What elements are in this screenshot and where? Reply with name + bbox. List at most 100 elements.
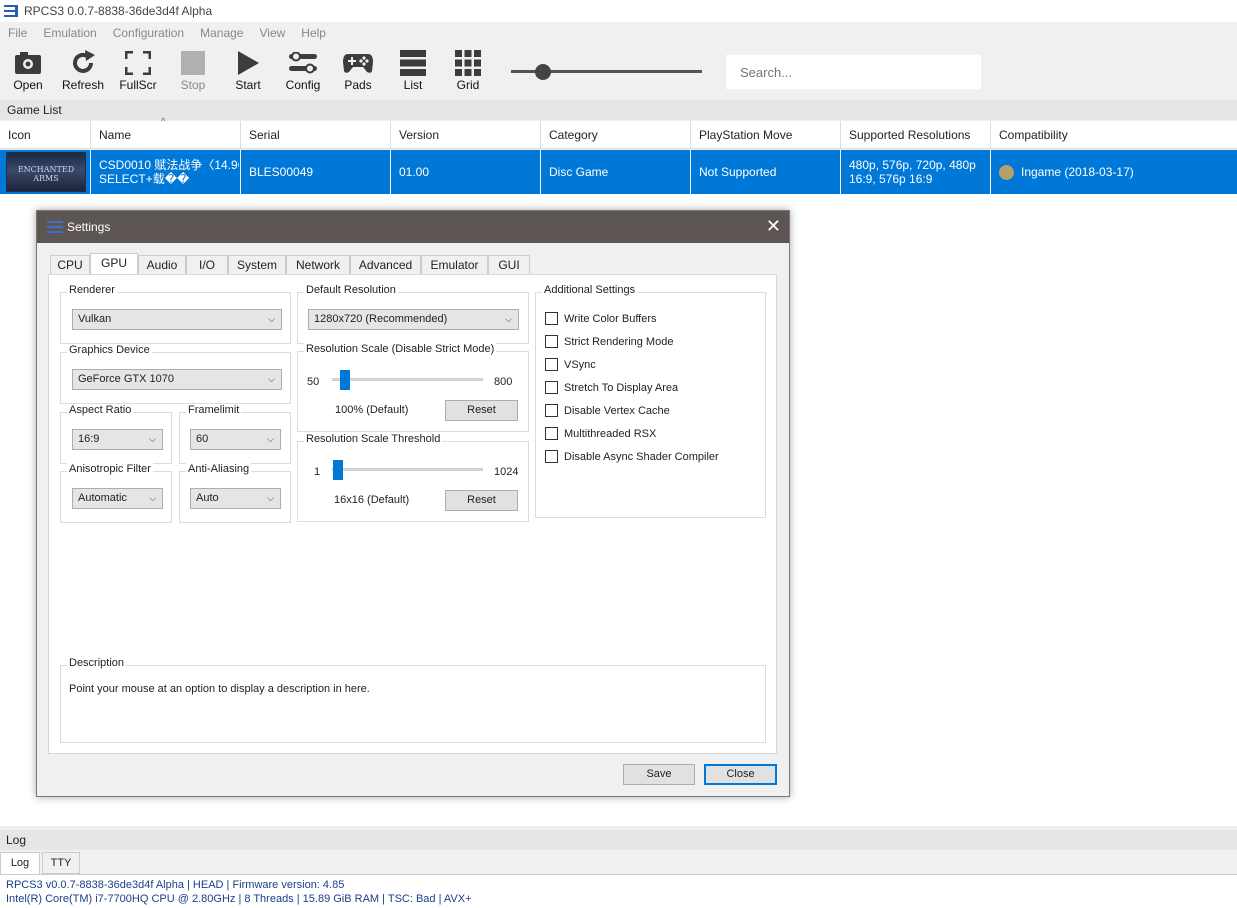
renderer-select[interactable]: Vulkan ⌵ bbox=[72, 309, 282, 330]
renderer-value: Vulkan bbox=[78, 313, 112, 325]
description-label: Description bbox=[67, 657, 127, 669]
list-icon bbox=[400, 50, 426, 76]
checkbox-box[interactable] bbox=[545, 335, 558, 348]
close-button[interactable]: Close bbox=[704, 764, 777, 785]
menu-file[interactable]: File bbox=[8, 26, 27, 40]
framelimit-value: 60 bbox=[196, 433, 209, 445]
fullscreen-button[interactable]: FullScr bbox=[110, 48, 166, 98]
tab-log[interactable]: Log bbox=[0, 852, 40, 874]
description-text: Point your mouse at an option to display… bbox=[69, 683, 370, 695]
anisotropic-filter-select[interactable]: Automatic ⌵ bbox=[72, 488, 163, 509]
grid-icon bbox=[455, 50, 481, 76]
tab-emulator[interactable]: Emulator bbox=[421, 255, 488, 275]
game-list-title: Game List bbox=[0, 100, 1237, 120]
additional-settings-group: Additional Settings Write Color Buffers … bbox=[535, 284, 766, 518]
close-icon[interactable]: ✕ bbox=[766, 217, 781, 235]
log-output[interactable]: RPCS3 v0.0.7-8838-36de3d4f Alpha | HEAD … bbox=[0, 874, 1237, 908]
checkbox-box[interactable] bbox=[545, 427, 558, 440]
game-cover-thumbnail: ENCHANTED ARMS bbox=[6, 152, 86, 192]
resolutions-line1: 480p, 576p, 720p, 480p bbox=[849, 158, 976, 172]
column-header-category[interactable]: Category bbox=[541, 121, 691, 149]
resolution-threshold-reset-button[interactable]: Reset bbox=[445, 490, 518, 511]
write-color-buffers-checkbox[interactable]: Write Color Buffers bbox=[545, 312, 657, 325]
tab-audio[interactable]: Audio bbox=[138, 255, 186, 275]
checkbox-box[interactable] bbox=[545, 450, 558, 463]
tab-network[interactable]: Network bbox=[286, 255, 350, 275]
tab-system[interactable]: System bbox=[228, 255, 286, 275]
list-view-button[interactable]: List bbox=[385, 48, 441, 98]
aspect-ratio-value: 16:9 bbox=[78, 433, 100, 445]
table-row[interactable]: ENCHANTED ARMS CSD0010 赋法战争〈14.9G SELECT… bbox=[0, 150, 1237, 194]
stop-button[interactable]: Stop bbox=[165, 48, 221, 98]
menu-emulation[interactable]: Emulation bbox=[43, 26, 96, 40]
checkbox-box[interactable] bbox=[545, 404, 558, 417]
menu-configuration[interactable]: Configuration bbox=[113, 26, 184, 40]
refresh-button[interactable]: Refresh bbox=[55, 48, 111, 98]
description-group: Description Point your mouse at an optio… bbox=[60, 657, 766, 743]
disable-async-shader-checkbox[interactable]: Disable Async Shader Compiler bbox=[545, 450, 719, 463]
tab-gpu[interactable]: GPU bbox=[90, 253, 138, 276]
chevron-down-icon: ⌵ bbox=[505, 314, 512, 324]
vsync-checkbox[interactable]: VSync bbox=[545, 358, 596, 371]
column-header-compatibility[interactable]: Compatibility bbox=[991, 121, 1237, 149]
menu-view[interactable]: View bbox=[259, 26, 285, 40]
graphics-device-select[interactable]: GeForce GTX 1070 ⌵ bbox=[72, 369, 282, 390]
pads-button[interactable]: Pads bbox=[330, 48, 386, 98]
checkbox-box[interactable] bbox=[545, 358, 558, 371]
column-header-resolutions[interactable]: Supported Resolutions bbox=[841, 121, 991, 149]
search-input[interactable] bbox=[726, 55, 981, 89]
anti-aliasing-select[interactable]: Auto ⌵ bbox=[190, 488, 281, 509]
chevron-down-icon: ⌵ bbox=[267, 434, 274, 444]
resolution-threshold-slider-handle[interactable] bbox=[333, 460, 343, 480]
resolution-scale-reset-button[interactable]: Reset bbox=[445, 400, 518, 421]
tab-advanced[interactable]: Advanced bbox=[350, 255, 421, 275]
open-icon bbox=[15, 52, 41, 74]
anisotropic-filter-value: Automatic bbox=[78, 492, 127, 504]
resolution-threshold-slider-track[interactable] bbox=[332, 468, 483, 471]
column-header-move[interactable]: PlayStation Move bbox=[691, 121, 841, 149]
grid-view-button[interactable]: Grid bbox=[440, 48, 496, 98]
icon-size-slider-handle[interactable] bbox=[535, 64, 551, 80]
checkbox-box[interactable] bbox=[545, 312, 558, 325]
checkbox-label: VSync bbox=[564, 358, 596, 371]
resolution-scale-slider-track[interactable] bbox=[332, 378, 483, 381]
column-header-icon[interactable]: Icon bbox=[0, 121, 91, 149]
tab-io[interactable]: I/O bbox=[186, 255, 228, 275]
resolution-scale-group: Resolution Scale (Disable Strict Mode) 5… bbox=[297, 343, 529, 432]
tab-gui[interactable]: GUI bbox=[488, 255, 530, 275]
strict-rendering-checkbox[interactable]: Strict Rendering Mode bbox=[545, 335, 673, 348]
stretch-display-checkbox[interactable]: Stretch To Display Area bbox=[545, 381, 678, 394]
resolution-threshold-group: Resolution Scale Threshold 1 1024 16x16 … bbox=[297, 433, 529, 522]
refresh-label: Refresh bbox=[61, 78, 105, 92]
window-title: RPCS3 0.0.7-8838-36de3d4f Alpha bbox=[24, 4, 213, 18]
open-button[interactable]: Open bbox=[0, 48, 56, 98]
aspect-ratio-select[interactable]: 16:9 ⌵ bbox=[72, 429, 163, 450]
log-panel-title: Log bbox=[0, 830, 1237, 850]
menu-help[interactable]: Help bbox=[301, 26, 326, 40]
column-header-name[interactable]: Name bbox=[91, 121, 241, 149]
start-button[interactable]: Start bbox=[220, 48, 276, 98]
disable-vertex-cache-checkbox[interactable]: Disable Vertex Cache bbox=[545, 404, 670, 417]
config-label: Config bbox=[285, 78, 321, 92]
anti-aliasing-value: Auto bbox=[196, 492, 219, 504]
config-button[interactable]: Config bbox=[275, 48, 331, 98]
tab-cpu[interactable]: CPU bbox=[50, 255, 90, 275]
framelimit-label: Framelimit bbox=[186, 404, 242, 416]
fullscreen-label: FullScr bbox=[119, 78, 157, 92]
checkbox-box[interactable] bbox=[545, 381, 558, 394]
menu-manage[interactable]: Manage bbox=[200, 26, 243, 40]
resolution-scale-slider-handle[interactable] bbox=[340, 370, 350, 390]
framelimit-select[interactable]: 60 ⌵ bbox=[190, 429, 281, 450]
default-resolution-select[interactable]: 1280x720 (Recommended) ⌵ bbox=[308, 309, 519, 330]
config-icon bbox=[289, 52, 317, 74]
resolution-threshold-min: 1 bbox=[314, 466, 321, 478]
column-header-version[interactable]: Version bbox=[391, 121, 541, 149]
stop-label: Stop bbox=[180, 78, 206, 92]
game-name-cell: CSD0010 赋法战争〈14.9G SELECT+载�� bbox=[91, 150, 241, 194]
tab-tty[interactable]: TTY bbox=[42, 852, 80, 874]
column-header-serial[interactable]: Serial bbox=[241, 121, 391, 149]
multithreaded-rsx-checkbox[interactable]: Multithreaded RSX bbox=[545, 427, 656, 440]
aspect-ratio-label: Aspect Ratio bbox=[67, 404, 134, 416]
chevron-down-icon: ⌵ bbox=[149, 493, 156, 503]
save-button[interactable]: Save bbox=[623, 764, 695, 785]
